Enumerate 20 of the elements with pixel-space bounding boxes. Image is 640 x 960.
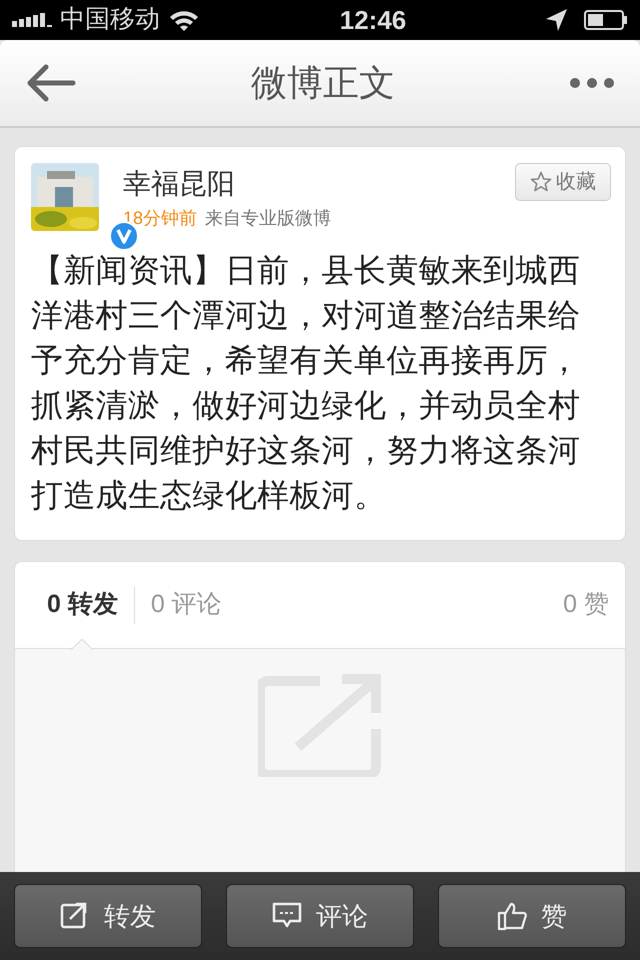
thumbs-up-icon [497, 901, 527, 931]
clock: 12:46 [340, 4, 406, 36]
carrier-name: 中国移动 [60, 4, 160, 36]
favorite-button[interactable]: 收藏 [515, 163, 611, 201]
more-icon[interactable] [570, 78, 614, 88]
like-count[interactable]: 0 赞 [563, 586, 609, 624]
post-text: 【新闻资讯】日前，县长黄敏来到城西洋港村三个潭河边，对河道整治结果给予充分肯定，希望有关单位再接再厉，抓紧清淤，做好河边绿化，并动员全村村民共同维护好这条河，努力将这条河打造成生态绿化样板河。 [31, 251, 582, 515]
location-icon [546, 8, 568, 32]
tab[interactable]: 0 转发 [31, 562, 134, 648]
tab[interactable]: 0 评论 [134, 562, 238, 648]
post-source: 来自专业版微博 [205, 207, 332, 230]
signal-icon [12, 13, 52, 27]
comment-button[interactable]: 评论 [226, 884, 414, 948]
star-icon [530, 171, 552, 193]
repost-button[interactable]: 转发 [14, 884, 202, 948]
battery-icon [584, 9, 628, 31]
page-title: 微博正文 [251, 61, 395, 105]
author-name[interactable]: 幸福昆阳 [123, 163, 515, 205]
like-button[interactable]: 赞 [438, 884, 626, 948]
back-icon[interactable] [26, 63, 76, 103]
